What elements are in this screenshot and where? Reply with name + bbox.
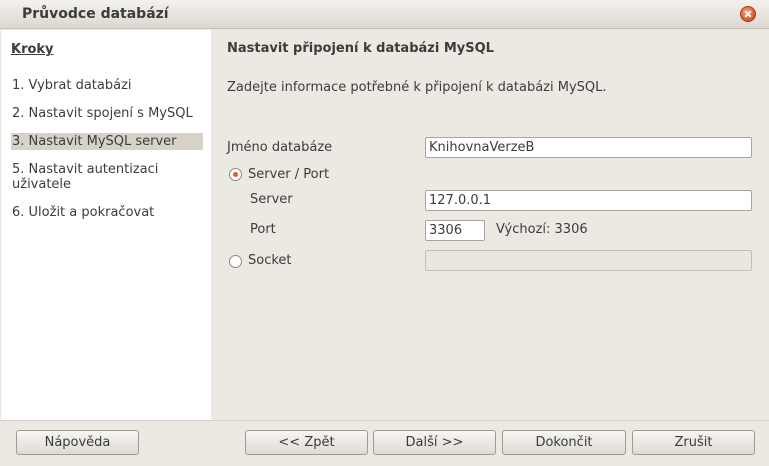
- step-select-database[interactable]: 1. Vybrat databázi: [11, 77, 203, 94]
- step-mysql-server[interactable]: 3. Nastavit MySQL server: [11, 133, 203, 150]
- socket-radio[interactable]: [229, 255, 242, 268]
- database-name-field[interactable]: KnihovnaVerzeB: [425, 137, 752, 158]
- window-title: Průvodce databází: [22, 6, 169, 22]
- steps-sidebar: Kroky 1. Vybrat databázi 2. Nastavit spo…: [1, 30, 211, 420]
- help-button[interactable]: Nápověda: [16, 430, 139, 455]
- socket-label[interactable]: Socket: [248, 253, 292, 268]
- button-bar: Nápověda << Zpět Další >> Dokončit Zruši…: [0, 420, 769, 466]
- step-user-authentication[interactable]: 5. Nastavit autentizaci uživatele: [11, 161, 181, 193]
- cancel-button[interactable]: Zrušit: [632, 430, 755, 455]
- step-save-and-proceed[interactable]: 6. Uložit a pokračovat: [11, 204, 203, 221]
- back-button[interactable]: << Zpět: [245, 430, 368, 455]
- steps-heading: Kroky: [11, 42, 54, 57]
- title-bar: Průvodce databází: [0, 0, 769, 29]
- server-field[interactable]: 127.0.0.1: [425, 190, 752, 211]
- next-button[interactable]: Další >>: [373, 430, 496, 455]
- socket-field: [425, 250, 752, 271]
- server-label: Server: [250, 192, 293, 207]
- database-name-label: Jméno databáze: [227, 140, 333, 155]
- server-port-label[interactable]: Server / Port: [248, 167, 329, 182]
- server-port-radio[interactable]: [229, 168, 242, 181]
- port-field[interactable]: 3306: [425, 220, 485, 241]
- port-default-text: Výchozí: 3306: [496, 222, 588, 237]
- finish-button[interactable]: Dokončit: [502, 430, 626, 455]
- page-title: Nastavit připojení k databázi MySQL: [227, 41, 494, 56]
- close-icon[interactable]: [740, 6, 756, 22]
- step-mysql-connection[interactable]: 2. Nastavit spojení s MySQL: [11, 105, 203, 122]
- main-panel: Nastavit připojení k databázi MySQL Zade…: [212, 30, 768, 420]
- page-description: Zadejte informace potřebné k připojení k…: [227, 80, 607, 95]
- port-label: Port: [250, 222, 276, 237]
